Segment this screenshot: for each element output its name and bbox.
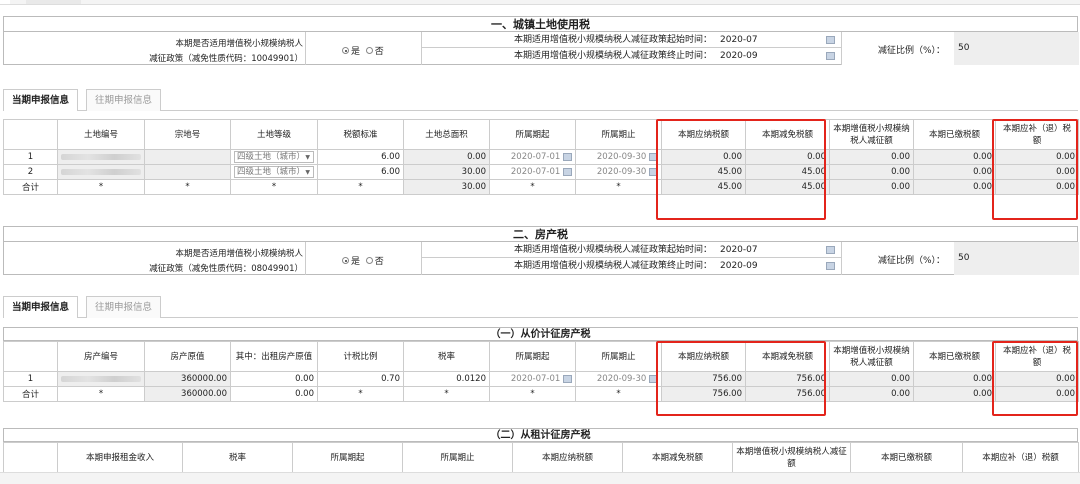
- land-policy-start-value[interactable]: 2020-07: [720, 32, 758, 48]
- calendar-icon[interactable]: [563, 374, 572, 383]
- col-tax-exempt: 本期减免税额: [745, 341, 830, 372]
- col-rented-value: 其中：出租房产原值: [230, 341, 318, 372]
- land-tax-policy: 本期是否适用增值税小规模纳税人 减征政策（减免性质代码：10049901） 是 …: [3, 32, 1079, 65]
- tab-current-declaration[interactable]: 当期申报信息: [3, 89, 79, 111]
- land-policy-ratio-value: 50: [958, 43, 970, 53]
- land-policy-yes-radio[interactable]: [342, 47, 349, 54]
- col-tax-due: 本期应纳税额: [512, 442, 623, 473]
- land-policy-end-value[interactable]: 2020-09: [720, 48, 758, 64]
- calendar-icon[interactable]: [826, 52, 835, 60]
- col-tax-paid: 本期已缴税额: [913, 119, 996, 150]
- col-tax-exempt: 本期减免税额: [745, 119, 830, 150]
- bottom-scrollbar[interactable]: [0, 472, 1080, 484]
- property-tax-policy: 本期是否适用增值税小规模纳税人 减征政策（减免性质代码：08049901） 是 …: [3, 242, 1079, 275]
- col-parcel-number: 宗地号: [144, 119, 231, 150]
- calendar-icon[interactable]: [826, 262, 835, 270]
- land-grade-select[interactable]: 四级土地（城市） ▼: [234, 151, 314, 163]
- col-tax-due: 本期应纳税额: [661, 119, 746, 150]
- redacted-property-number: [61, 375, 141, 382]
- chevron-down-icon: ▼: [305, 154, 310, 161]
- col-original-value: 房产原值: [144, 341, 231, 372]
- land-grade-select[interactable]: 四级土地（城市） ▼: [234, 166, 314, 178]
- tab-past-declaration[interactable]: 往期申报信息: [86, 89, 162, 111]
- redacted-land-number: [61, 168, 141, 175]
- land-policy-no-radio[interactable]: [365, 47, 373, 54]
- value-based-subtitle: （一）从价计征房产税: [3, 327, 1078, 341]
- col-small-reduction: 本期增值税小规模纳税人减征额: [829, 341, 914, 372]
- col-tax-standard: 税额标准: [317, 119, 404, 150]
- land-policy-no-label: 否: [374, 47, 384, 57]
- land-tax-tabs: 当期申报信息 往期申报信息: [3, 89, 1078, 111]
- property-policy-question-line2: 减征政策（减免性质代码：08049901）: [149, 264, 303, 274]
- property-policy-ratio-value: 50: [958, 253, 970, 263]
- col-tax-balance: 本期应补（退）税额: [995, 119, 1079, 150]
- value-based-table: 房产编号 房产原值 其中：出租房产原值 计税比例 税率 所属期起 所属期止 本期…: [3, 341, 1079, 402]
- table-row: 2 四级土地（城市） ▼ 6.00 30.00 2020-07-01 2020-0…: [3, 164, 1079, 180]
- rent-based-table: 本期申报租金收入 税率 所属期起 所属期止 本期应纳税额 本期减免税额 本期增值…: [3, 442, 1079, 473]
- redacted-land-number: [61, 153, 141, 160]
- land-policy-yes-label: 是: [351, 47, 361, 57]
- col-period-to: 所属期止: [575, 119, 662, 150]
- col-tax-rate: 税率: [403, 341, 490, 372]
- property-policy-no-label: 否: [374, 257, 384, 267]
- col-tax-exempt: 本期减免税额: [622, 442, 733, 473]
- col-tax-rate: 税率: [182, 442, 293, 473]
- col-period-to: 所属期止: [575, 341, 662, 372]
- property-policy-start-value[interactable]: 2020-07: [720, 242, 758, 258]
- land-policy-end-label: 本期适用增值税小规模纳税人减征政策终止时间：: [513, 51, 712, 61]
- col-period-to: 所属期止: [402, 442, 513, 473]
- col-period-from: 所属期起: [292, 442, 403, 473]
- calendar-icon[interactable]: [826, 246, 835, 254]
- col-tax-paid: 本期已缴税额: [913, 341, 996, 372]
- calendar-icon[interactable]: [826, 36, 835, 44]
- property-policy-yes-radio[interactable]: [342, 257, 349, 264]
- property-policy-yes-label: 是: [351, 257, 361, 267]
- property-policy-no-radio[interactable]: [365, 257, 373, 264]
- table-header-row: 本期申报租金收入 税率 所属期起 所属期止 本期应纳税额 本期减免税额 本期增值…: [3, 442, 1079, 473]
- land-policy-start-label: 本期适用增值税小规模纳税人减征政策起始时间：: [513, 35, 712, 45]
- rent-based-subtitle: （二）从租计征房产税: [3, 428, 1078, 442]
- land-policy-question-line1: 本期是否适用增值税小规模纳税人: [175, 39, 303, 49]
- col-tax-ratio: 计税比例: [317, 341, 404, 372]
- property-policy-question-line1: 本期是否适用增值税小规模纳税人: [175, 249, 303, 259]
- land-policy-ratio-label: 减征比例（%）：: [878, 46, 946, 56]
- calendar-icon[interactable]: [649, 167, 658, 176]
- col-period-from: 所属期起: [489, 119, 576, 150]
- chevron-down-icon: ▼: [305, 169, 310, 176]
- land-policy-question-line2: 减征政策（减免性质代码：10049901）: [149, 54, 303, 64]
- tab-past-declaration[interactable]: 往期申报信息: [86, 296, 162, 318]
- tab-current-declaration[interactable]: 当期申报信息: [3, 296, 79, 318]
- col-small-reduction: 本期增值税小规模纳税人减征额: [732, 442, 851, 473]
- property-policy-start-label: 本期适用增值税小规模纳税人减征政策起始时间：: [513, 245, 712, 255]
- land-tax-table: 土地编号 宗地号 土地等级 税额标准 土地总面积 所属期起 所属期止 本期应纳税…: [3, 119, 1079, 195]
- col-total-area: 土地总面积: [403, 119, 490, 150]
- calendar-icon[interactable]: [649, 152, 658, 161]
- table-header-row: 房产编号 房产原值 其中：出租房产原值 计税比例 税率 所属期起 所属期止 本期…: [3, 341, 1079, 372]
- col-land-grade: 土地等级: [230, 119, 318, 150]
- property-policy-end-label: 本期适用增值税小规模纳税人减征政策终止时间：: [513, 261, 712, 271]
- col-tax-balance: 本期应补（退）税额: [995, 341, 1079, 372]
- table-row: 1 四级土地（城市） ▼ 6.00 0.00 2020-07-01 2020-09…: [3, 149, 1079, 165]
- top-tab-strip: [0, 0, 1080, 5]
- calendar-icon[interactable]: [563, 167, 572, 176]
- table-total-row: 合计 * 360000.00 0.00 * * * * 756.00 756.0…: [3, 386, 1079, 402]
- table-total-row: 合计 * * * * 30.00 * * 45.00 45.00 0.00 0.…: [3, 179, 1079, 195]
- col-property-number: 房产编号: [57, 341, 145, 372]
- land-tax-title: 一、城镇土地使用税: [3, 16, 1078, 32]
- col-land-number: 土地编号: [57, 119, 145, 150]
- col-rent-income: 本期申报租金收入: [57, 442, 183, 473]
- table-header-row: 土地编号 宗地号 土地等级 税额标准 土地总面积 所属期起 所属期止 本期应纳税…: [3, 119, 1079, 150]
- col-period-from: 所属期起: [489, 341, 576, 372]
- property-tax-title: 二、房产税: [3, 226, 1078, 242]
- col-tax-due: 本期应纳税额: [661, 341, 746, 372]
- col-tax-paid: 本期已缴税额: [850, 442, 963, 473]
- calendar-icon[interactable]: [649, 374, 658, 383]
- col-tax-balance: 本期应补（退）税额: [962, 442, 1079, 473]
- property-tax-tabs: 当期申报信息 往期申报信息: [3, 296, 1078, 318]
- calendar-icon[interactable]: [563, 152, 572, 161]
- table-row: 1 360000.00 0.00 0.70 0.0120 2020-07-01 …: [3, 371, 1079, 387]
- property-policy-end-value[interactable]: 2020-09: [720, 258, 758, 274]
- col-small-reduction: 本期增值税小规模纳税人减征额: [829, 119, 914, 150]
- property-policy-ratio-label: 减征比例（%）：: [878, 256, 946, 266]
